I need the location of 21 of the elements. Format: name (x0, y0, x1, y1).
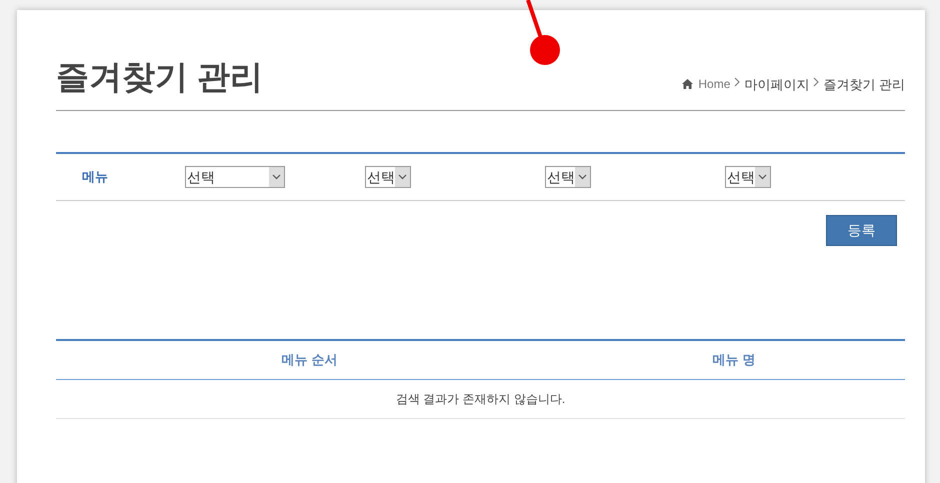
column-header: 메뉴 순서 (280, 351, 338, 370)
menu-select[interactable]: 선택 (185, 166, 285, 188)
menu-select[interactable]: 선택 (725, 166, 771, 188)
chevron-down-icon (272, 174, 281, 180)
menu-select[interactable]: 선택 (365, 166, 411, 188)
breadcrumb-link[interactable]: 즐겨찾기 관리 (823, 74, 905, 94)
chevron-down-icon (758, 174, 767, 180)
empty-message: 검색 결과가 존재하지 않습니다. (56, 380, 905, 419)
menu-select[interactable]: 선택 (545, 166, 591, 188)
page-title: 즐겨찾기 관리 (56, 60, 264, 93)
pointer-drawing (526, 0, 562, 66)
home-icon (682, 79, 694, 90)
column-header: 메뉴 명 (712, 351, 756, 370)
chevron-down-icon (578, 174, 587, 180)
chevron-right-icon (813, 77, 820, 88)
chevron-down-icon (398, 174, 407, 180)
chevron-right-icon (734, 77, 740, 88)
filter-label: 메뉴 (81, 168, 109, 186)
breadcrumb-link[interactable]: Home (698, 75, 730, 94)
register-button[interactable]: 등록 (826, 215, 897, 246)
breadcrumb-link[interactable]: 마이페이지 (744, 74, 810, 94)
